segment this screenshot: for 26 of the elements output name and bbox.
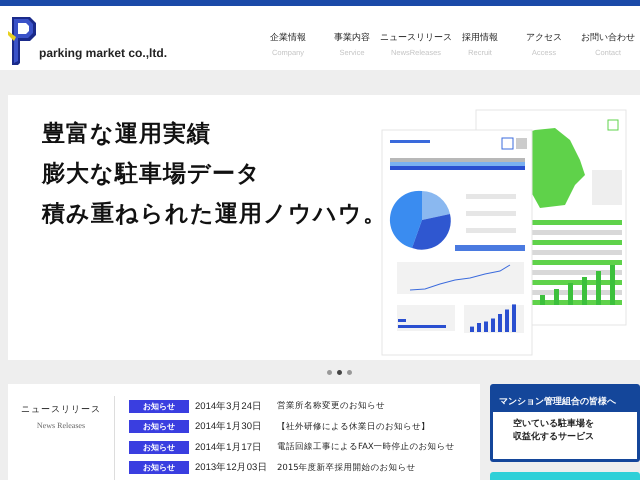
category-badge: お知らせ [129, 400, 189, 413]
banner-title: マンション管理組合の皆様へ [498, 396, 617, 409]
carousel-dot[interactable] [336, 370, 342, 374]
news-link[interactable]: 営業所名称変更のお知らせ [277, 400, 385, 412]
news-link[interactable]: 【社外研修による休業日のお知らせ】 [277, 420, 430, 433]
news-link[interactable]: 2015年度新卒採用開始のお知らせ [277, 462, 416, 474]
logo-text: parking market co.,ltd. [39, 46, 168, 60]
hero-headline: 膨大な駐車場データ [42, 159, 262, 189]
hero-headline: 豊富な運用実績 [42, 119, 212, 149]
news-date: 2014年1月30日 [195, 420, 263, 434]
logo-icon [8, 15, 38, 65]
hero-headline: 積み重ねられた運用ノウハウ。 [42, 199, 380, 229]
category-badge: お知らせ [129, 440, 189, 454]
category-badge: お知らせ [129, 420, 189, 434]
banner-text: 収益化するサービス [513, 431, 595, 444]
service-banner[interactable]: マンション管理組合の皆様へ 空いている駐車場を 収益化するサービス [490, 384, 640, 462]
news-subheading: News Releases [36, 421, 86, 430]
news-link[interactable]: 電話回線工事によるFAX一時停止のお知らせ [277, 441, 455, 454]
category-badge: お知らせ [129, 461, 189, 474]
carousel-dot[interactable] [326, 370, 332, 374]
news-date: 2014年1月17日 [195, 440, 263, 454]
news-heading: ニュースリリース [21, 404, 101, 416]
banner-text: 空いている駐車場を [513, 418, 595, 431]
news-date: 2013年12月03日 [195, 461, 268, 474]
carousel-dot[interactable] [346, 370, 352, 374]
news-date: 2014年3月24日 [195, 400, 263, 413]
